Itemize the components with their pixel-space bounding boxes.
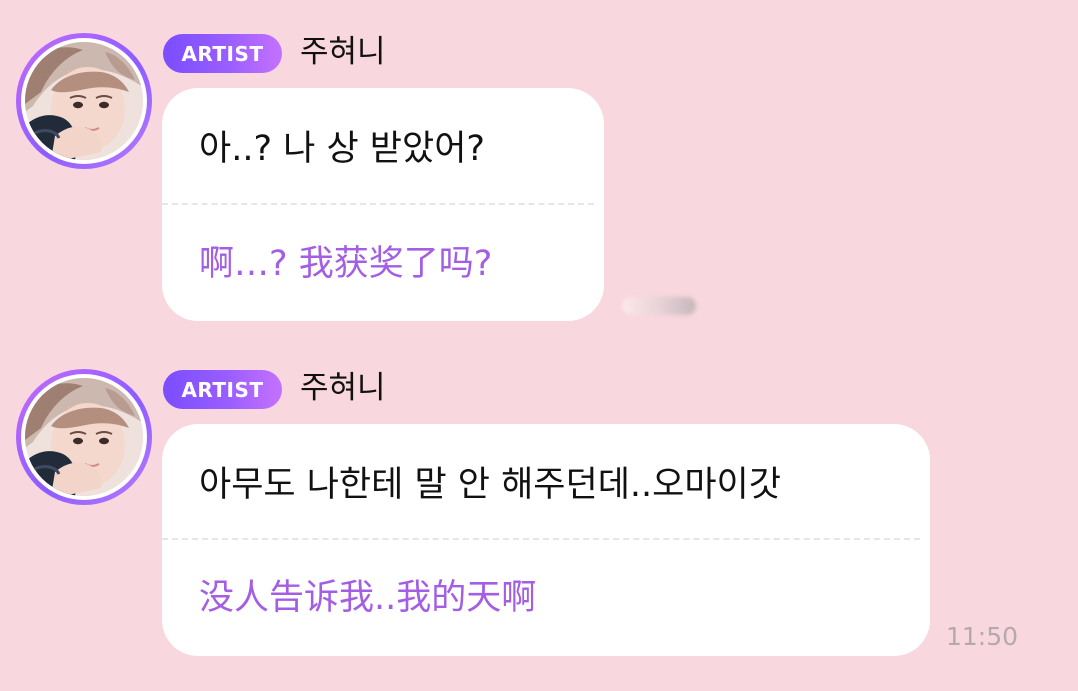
- message-time: 11:50: [946, 622, 1019, 651]
- artist-badge: ARTIST: [163, 34, 282, 73]
- avatar[interactable]: [16, 369, 152, 505]
- avatar-photo-icon: [25, 378, 143, 496]
- avatar[interactable]: [16, 33, 152, 169]
- bubble-divider: [162, 203, 594, 205]
- bubble-divider: [162, 538, 920, 540]
- message-text-translation: 啊…? 我获奖了吗?: [199, 244, 493, 284]
- message-text-korean: 아무도 나한테 말 안 해주던데..오마이갓: [199, 465, 781, 505]
- artist-badge: ARTIST: [163, 370, 282, 409]
- blurred-meta-indicator: [622, 297, 696, 315]
- sender-name: 주혀니: [300, 34, 386, 70]
- sender-name: 주혀니: [300, 370, 386, 406]
- chat-bubble[interactable]: 아..? 나 상 받았어? 啊…? 我获奖了吗?: [162, 88, 604, 321]
- avatar-photo-icon: [25, 42, 143, 160]
- message-text-korean: 아..? 나 상 받았어?: [199, 129, 485, 169]
- message-text-translation: 没人告诉我..我的天啊: [199, 578, 537, 618]
- chat-bubble[interactable]: 아무도 나한테 말 안 해주던데..오마이갓 没人告诉我..我的天啊: [162, 424, 930, 656]
